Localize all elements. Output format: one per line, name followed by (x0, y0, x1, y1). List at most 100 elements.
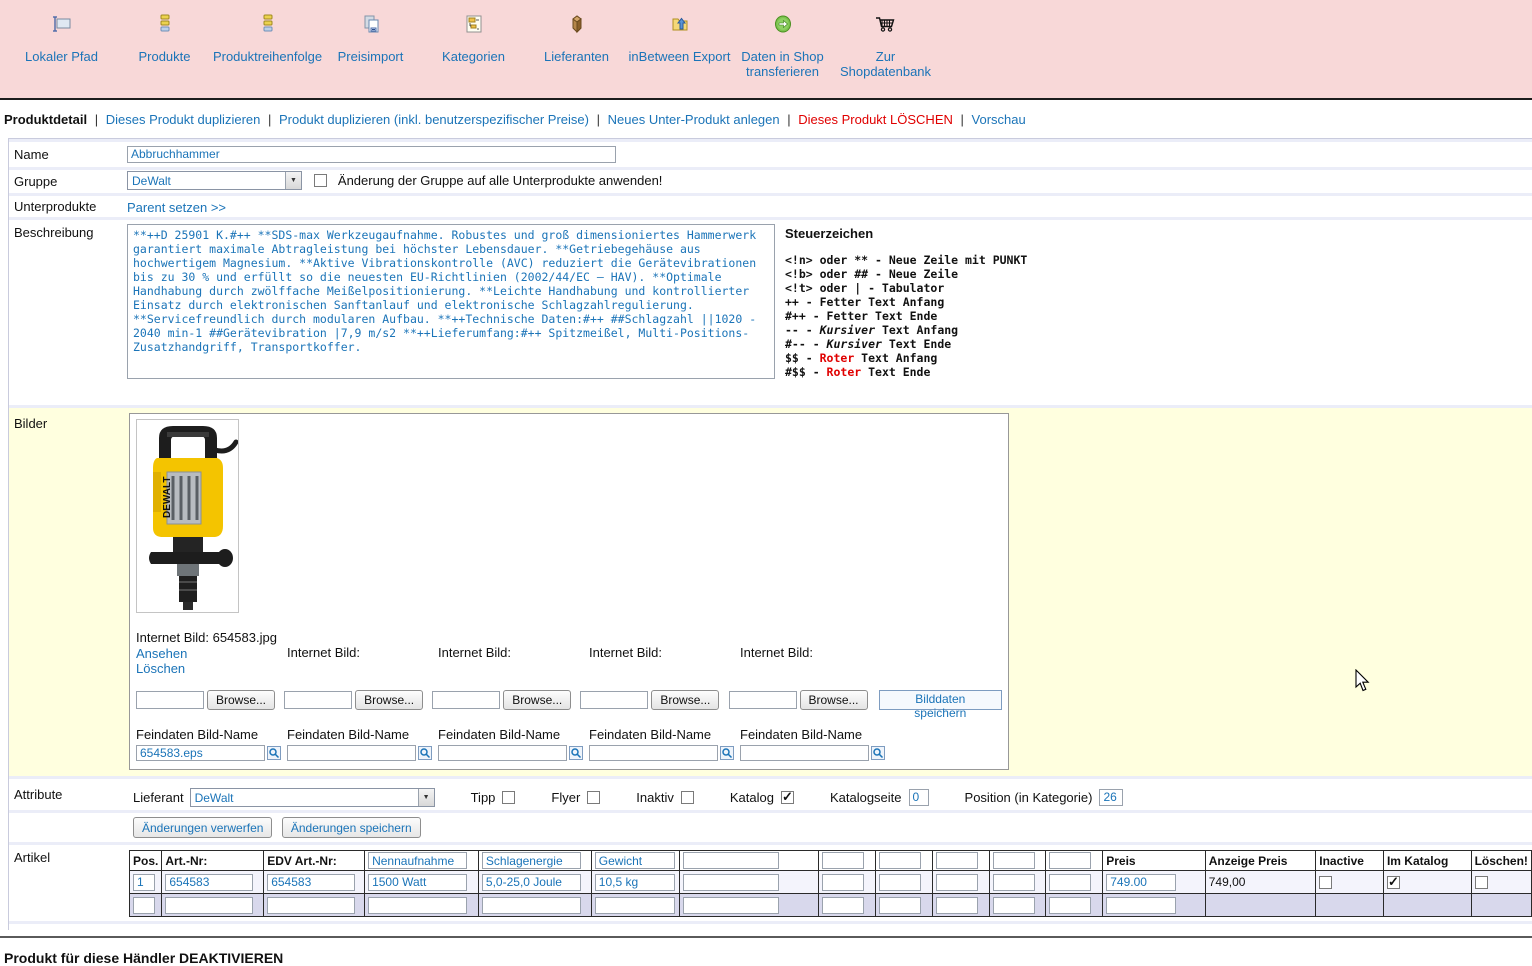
preis-input[interactable] (1106, 874, 1176, 891)
attr-value-input[interactable] (368, 897, 467, 914)
toolbar-label: Lieferanten (544, 49, 609, 64)
apply-to-subproducts-checkbox[interactable] (314, 174, 327, 187)
toolbar-item-lokaler-pfad[interactable]: Lokaler Pfad (10, 14, 113, 64)
search-icon[interactable] (267, 746, 281, 760)
attr-header-input[interactable] (368, 852, 467, 869)
image-slot-label: Internet Bild: (589, 630, 740, 676)
search-icon[interactable] (418, 746, 432, 760)
chevron-down-icon[interactable] (285, 172, 301, 189)
image-filename-caption: Internet Bild: 654583.jpg (136, 630, 287, 645)
schlagenergie-input[interactable] (482, 874, 581, 891)
nav-link-vorschau[interactable]: Vorschau (972, 112, 1026, 127)
loeschen-checkbox[interactable] (1475, 876, 1488, 889)
preis-input[interactable] (1106, 897, 1176, 914)
attr-value-input[interactable] (482, 897, 581, 914)
toolbar-item-lieferanten[interactable]: Lieferanten (525, 14, 628, 64)
chevron-down-icon[interactable] (418, 789, 434, 806)
attr-header-input[interactable] (993, 852, 1035, 869)
katalogseite-input[interactable] (909, 789, 929, 806)
nav-link-produkt-duplizieren[interactable]: Dieses Produkt duplizieren (106, 112, 261, 127)
attr-header-input[interactable] (1049, 852, 1091, 869)
image-file-input[interactable] (136, 691, 204, 709)
gruppe-select[interactable]: DeWalt (127, 171, 302, 190)
edv-artnr-input[interactable] (267, 897, 355, 914)
attr-header-input[interactable] (879, 852, 921, 869)
local-path-icon (52, 14, 72, 34)
attr-header-input[interactable] (936, 852, 978, 869)
toolbar-item-produkte[interactable]: Produkte (113, 14, 216, 64)
feindaten-input[interactable] (136, 745, 265, 761)
nav-link-neues-unterprodukt[interactable]: Neues Unter-Produkt anlegen (608, 112, 780, 127)
tipp-checkbox[interactable] (502, 791, 515, 804)
nav-link-produkt-loeschen[interactable]: Dieses Produkt LÖSCHEN (798, 112, 953, 127)
beschreibung-textarea[interactable]: **++D 25901 K.#++ **SDS-max Werkzeugaufn… (127, 224, 775, 379)
search-icon[interactable] (569, 746, 583, 760)
attr-value-input[interactable] (822, 874, 864, 891)
attr-value-input[interactable] (993, 897, 1035, 914)
attr-value-input[interactable] (993, 874, 1035, 891)
toolbar-item-daten-transferieren[interactable]: Daten in Shop transferieren (731, 14, 834, 79)
aenderungen-verwerfen-button[interactable]: Änderungen verwerfen (133, 817, 272, 838)
toolbar-item-kategorien[interactable]: Kategorien (422, 14, 525, 64)
image-delete-link[interactable]: Löschen (136, 661, 185, 676)
flyer-label: Flyer (551, 790, 580, 805)
pos-input[interactable] (133, 874, 155, 891)
attr-header-input[interactable] (595, 852, 675, 869)
attr-value-input[interactable] (595, 897, 675, 914)
feindaten-input[interactable] (287, 745, 416, 761)
feindaten-input[interactable] (740, 745, 869, 761)
gruppe-select-value: DeWalt (128, 172, 285, 189)
image-file-input[interactable] (284, 691, 352, 709)
artnr-input[interactable] (165, 874, 253, 891)
browse-button[interactable]: Browse... (800, 690, 868, 710)
attr-value-input[interactable] (822, 897, 864, 914)
attr-value-input[interactable] (879, 897, 921, 914)
browse-button[interactable]: Browse... (355, 690, 423, 710)
inactive-checkbox[interactable] (1319, 876, 1332, 889)
name-input[interactable] (127, 146, 616, 163)
toolbar-item-inbetween-export[interactable]: inBetween Export (628, 14, 731, 64)
pos-input[interactable] (133, 897, 155, 914)
aenderungen-speichern-button[interactable]: Änderungen speichern (282, 817, 421, 838)
attr-value-input[interactable] (1049, 874, 1091, 891)
toolbar-item-produktreihenfolge[interactable]: Produktreihenfolge (216, 14, 319, 64)
attr-header-input[interactable] (683, 852, 779, 869)
image-view-link[interactable]: Ansehen (136, 646, 187, 661)
edv-artnr-input[interactable] (267, 874, 355, 891)
search-icon[interactable] (720, 746, 734, 760)
nav-link-produkt-duplizieren-preise[interactable]: Produkt duplizieren (inkl. benutzerspezi… (279, 112, 589, 127)
image-file-input[interactable] (580, 691, 648, 709)
im-katalog-checkbox[interactable] (1387, 876, 1400, 889)
nav-separator: | (957, 112, 968, 127)
attr-value-input[interactable] (879, 874, 921, 891)
inaktiv-checkbox[interactable] (681, 791, 694, 804)
lieferant-select[interactable]: DeWalt (190, 788, 435, 807)
katalog-checkbox[interactable] (781, 791, 794, 804)
toolbar-item-zur-shopdatenbank[interactable]: Zur Shopdatenbank (834, 14, 937, 79)
search-icon[interactable] (871, 746, 885, 760)
parent-setzen-link[interactable]: Parent setzen >> (127, 200, 226, 215)
attr-header-input[interactable] (482, 852, 581, 869)
feindaten-input[interactable] (438, 745, 567, 761)
attr-value-input[interactable] (1049, 897, 1091, 914)
attr-value-input[interactable] (683, 874, 779, 891)
gewicht-input[interactable] (595, 874, 675, 891)
bilddaten-speichern-button[interactable]: Bilddaten speichern (879, 690, 1002, 710)
attr-value-input[interactable] (936, 897, 978, 914)
attr-value-input[interactable] (936, 874, 978, 891)
browse-button[interactable]: Browse... (207, 690, 275, 710)
position-in-kategorie-input[interactable] (1099, 789, 1123, 806)
attr-value-input[interactable] (683, 897, 779, 914)
bilder-label: Bilder (9, 408, 127, 776)
nennaufnahme-input[interactable] (368, 874, 467, 891)
browse-button[interactable]: Browse... (503, 690, 571, 710)
browse-button[interactable]: Browse... (651, 690, 719, 710)
image-file-input[interactable] (729, 691, 797, 709)
attr-header-input[interactable] (822, 852, 864, 869)
feindaten-input[interactable] (589, 745, 718, 761)
toolbar-item-preisimport[interactable]: Preisimport (319, 14, 422, 64)
image-file-input[interactable] (432, 691, 500, 709)
artnr-input[interactable] (165, 897, 253, 914)
toolbar-label: Produkte (138, 49, 190, 64)
flyer-checkbox[interactable] (587, 791, 600, 804)
